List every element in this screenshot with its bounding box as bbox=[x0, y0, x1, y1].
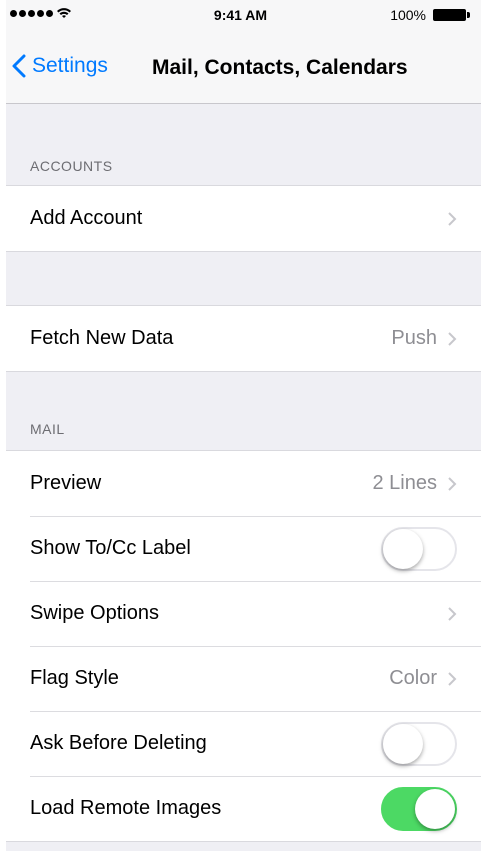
back-button[interactable]: Settings bbox=[12, 54, 108, 78]
swipe-options-label: Swipe Options bbox=[30, 602, 159, 624]
section-header-mail: MAIL bbox=[30, 421, 65, 437]
back-button-label: Settings bbox=[32, 54, 108, 77]
ask-before-deleting-row: Ask Before Deleting bbox=[0, 711, 481, 776]
battery-percentage: 100% bbox=[390, 7, 426, 23]
ask-before-deleting-toggle[interactable] bbox=[381, 721, 457, 766]
mail-group: Preview 2 Lines Show To/Cc Label Swipe O… bbox=[0, 450, 481, 842]
battery-icon bbox=[433, 9, 466, 21]
chevron-right-icon bbox=[448, 476, 457, 491]
add-account-label: Add Account bbox=[30, 207, 143, 229]
flag-style-value: Color bbox=[389, 667, 437, 689]
left-margin bbox=[0, 0, 6, 851]
chevron-right-icon bbox=[448, 331, 457, 346]
battery-nub bbox=[467, 12, 470, 18]
show-to-cc-label-label: Show To/Cc Label bbox=[30, 537, 191, 559]
section-header-accounts: ACCOUNTS bbox=[30, 158, 113, 174]
ask-before-deleting-label: Ask Before Deleting bbox=[30, 732, 207, 754]
add-account-row[interactable]: Add Account bbox=[0, 186, 481, 251]
fetch-group: Fetch New Data Push bbox=[0, 305, 481, 372]
status-bar: 9:41 AM 100% bbox=[0, 0, 481, 34]
preview-value: 2 Lines bbox=[372, 472, 438, 494]
flag-style-row[interactable]: Flag Style Color bbox=[0, 646, 481, 711]
swipe-options-row[interactable]: Swipe Options bbox=[0, 581, 481, 646]
load-remote-images-row: Load Remote Images bbox=[0, 776, 481, 841]
chevron-right-icon bbox=[448, 606, 457, 621]
preview-label: Preview bbox=[30, 472, 102, 494]
chevron-right-icon bbox=[448, 671, 457, 686]
fetch-new-data-label: Fetch New Data bbox=[30, 327, 174, 349]
chevron-left-icon bbox=[12, 54, 26, 78]
fetch-new-data-value: Push bbox=[391, 327, 437, 349]
load-remote-images-label: Load Remote Images bbox=[30, 797, 222, 819]
accounts-group: Add Account bbox=[0, 185, 481, 252]
chevron-right-icon bbox=[448, 211, 457, 226]
toggle-knob bbox=[383, 528, 423, 569]
preview-row[interactable]: Preview 2 Lines bbox=[0, 451, 481, 516]
settings-screen: 9:41 AM 100% Settings Mail, Contacts, Ca… bbox=[0, 0, 481, 851]
show-to-cc-label-row: Show To/Cc Label bbox=[0, 516, 481, 581]
page-title: Mail, Contacts, Calendars bbox=[152, 56, 408, 79]
toggle-knob bbox=[383, 723, 423, 764]
navigation-bar: Settings Mail, Contacts, Calendars bbox=[0, 34, 481, 104]
fetch-new-data-row[interactable]: Fetch New Data Push bbox=[0, 306, 481, 371]
load-remote-images-toggle[interactable] bbox=[381, 786, 457, 831]
flag-style-label: Flag Style bbox=[30, 667, 119, 689]
show-to-cc-label-toggle[interactable] bbox=[381, 526, 457, 571]
toggle-knob bbox=[415, 788, 455, 829]
